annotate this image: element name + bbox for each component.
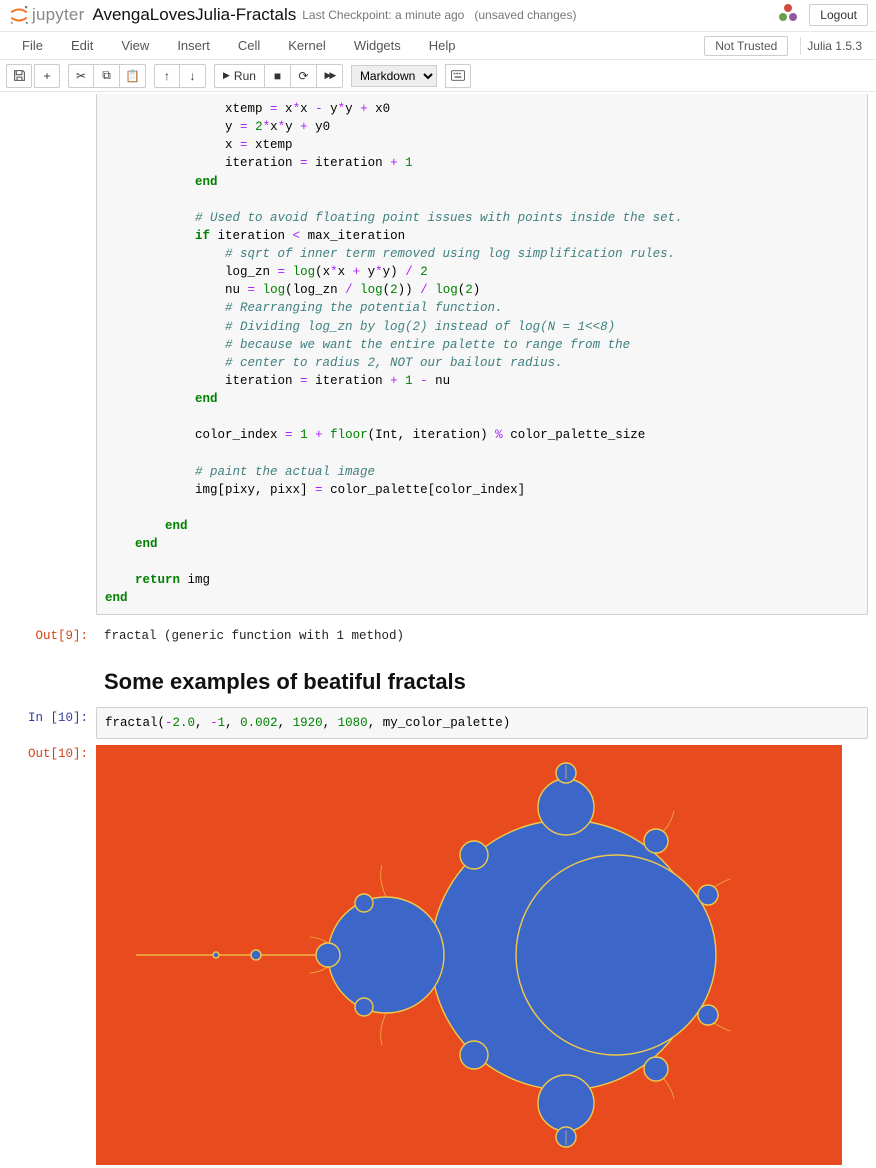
notebook-title[interactable]: AvengaLovesJulia-Fractals xyxy=(92,5,296,25)
not-trusted-badge[interactable]: Not Trusted xyxy=(704,36,788,56)
kernel-indicator-icon xyxy=(775,2,801,27)
code-input-area[interactable]: xtemp = x*x - y*y + x0 y = 2*x*y + y0 x … xyxy=(96,94,868,615)
play-icon: ▶ xyxy=(223,70,230,81)
logout-button[interactable]: Logout xyxy=(809,4,868,26)
output-prompt: Out[9]: xyxy=(0,625,96,647)
stop-icon: ■ xyxy=(274,69,281,83)
run-label: Run xyxy=(234,69,256,83)
kernel-name[interactable]: Julia 1.5.3 xyxy=(800,37,868,55)
paste-button[interactable]: 📋 xyxy=(120,64,146,88)
notebook-header: jupyter AvengaLovesJulia-Fractals Last C… xyxy=(0,0,876,32)
jupyter-logo-icon xyxy=(8,4,30,26)
plus-icon: + xyxy=(43,69,50,83)
menu-cell[interactable]: Cell xyxy=(224,34,274,57)
restart-button[interactable]: ⟳ xyxy=(291,64,317,88)
output-prompt: Out[10]: xyxy=(0,743,96,1165)
code-cell[interactable]: xtemp = x*x - y*y + x0 y = 2*x*y + y0 x … xyxy=(0,92,876,617)
command-palette-button[interactable] xyxy=(445,64,471,88)
interrupt-button[interactable]: ■ xyxy=(265,64,291,88)
output-cell: Out[9]: fractal (generic function with 1… xyxy=(0,623,876,649)
menu-widgets[interactable]: Widgets xyxy=(340,34,415,57)
menu-kernel[interactable]: Kernel xyxy=(274,34,340,57)
fast-forward-icon: ▶▶ xyxy=(325,70,335,81)
run-button[interactable]: ▶ Run xyxy=(214,64,265,88)
menu-help[interactable]: Help xyxy=(415,34,470,57)
restart-run-all-button[interactable]: ▶▶ xyxy=(317,64,343,88)
input-prompt xyxy=(0,94,96,615)
add-cell-button[interactable]: + xyxy=(34,64,60,88)
code-cell[interactable]: In [10]: fractal(-2.0, -1, 0.002, 1920, … xyxy=(0,705,876,741)
arrow-down-icon: ↓ xyxy=(190,69,196,83)
markdown-heading: Some examples of beatiful fractals xyxy=(104,669,860,695)
checkpoint-time: a minute ago xyxy=(395,8,464,22)
markdown-cell[interactable]: Some examples of beatiful fractals xyxy=(0,649,876,705)
move-up-button[interactable]: ↑ xyxy=(154,64,180,88)
copy-button[interactable]: ⧉ xyxy=(94,64,120,88)
menu-edit[interactable]: Edit xyxy=(57,34,107,57)
output-cell: Out[10]: xyxy=(0,741,876,1167)
input-prompt: In [10]: xyxy=(0,707,96,739)
checkpoint-status: Last Checkpoint: a minute ago (unsaved c… xyxy=(302,8,576,22)
unsaved-changes: (unsaved changes) xyxy=(474,8,576,22)
paste-icon: 📋 xyxy=(125,69,140,83)
menubar: File Edit View Insert Cell Kernel Widget… xyxy=(0,32,876,60)
jupyter-logo-text: jupyter xyxy=(32,5,84,25)
arrow-up-icon: ↑ xyxy=(164,69,170,83)
restart-icon: ⟳ xyxy=(298,69,308,83)
toolbar: + ✂ ⧉ 📋 ↑ ↓ ▶ Run ■ ⟳ ▶▶ Markdown xyxy=(0,60,876,92)
jupyter-logo[interactable]: jupyter xyxy=(8,4,84,26)
output-text: fractal (generic function with 1 method) xyxy=(96,625,868,647)
code-input-area[interactable]: fractal(-2.0, -1, 0.002, 1920, 1080, my_… xyxy=(96,707,868,739)
cut-icon: ✂ xyxy=(76,69,86,83)
cell-type-select[interactable]: Markdown xyxy=(351,65,437,87)
fractal-output-image xyxy=(96,745,842,1165)
move-down-button[interactable]: ↓ xyxy=(180,64,206,88)
cut-button[interactable]: ✂ xyxy=(68,64,94,88)
markdown-prompt xyxy=(0,651,96,703)
notebook-container: xtemp = x*x - y*y + x0 y = 2*x*y + y0 x … xyxy=(0,92,876,1167)
keyboard-icon xyxy=(451,70,465,81)
menu-insert[interactable]: Insert xyxy=(163,34,224,57)
save-icon xyxy=(13,69,26,82)
menu-view[interactable]: View xyxy=(107,34,163,57)
menu-file[interactable]: File xyxy=(8,34,57,57)
checkpoint-prefix: Last Checkpoint: xyxy=(302,8,391,22)
save-button[interactable] xyxy=(6,64,32,88)
copy-icon: ⧉ xyxy=(102,68,111,83)
